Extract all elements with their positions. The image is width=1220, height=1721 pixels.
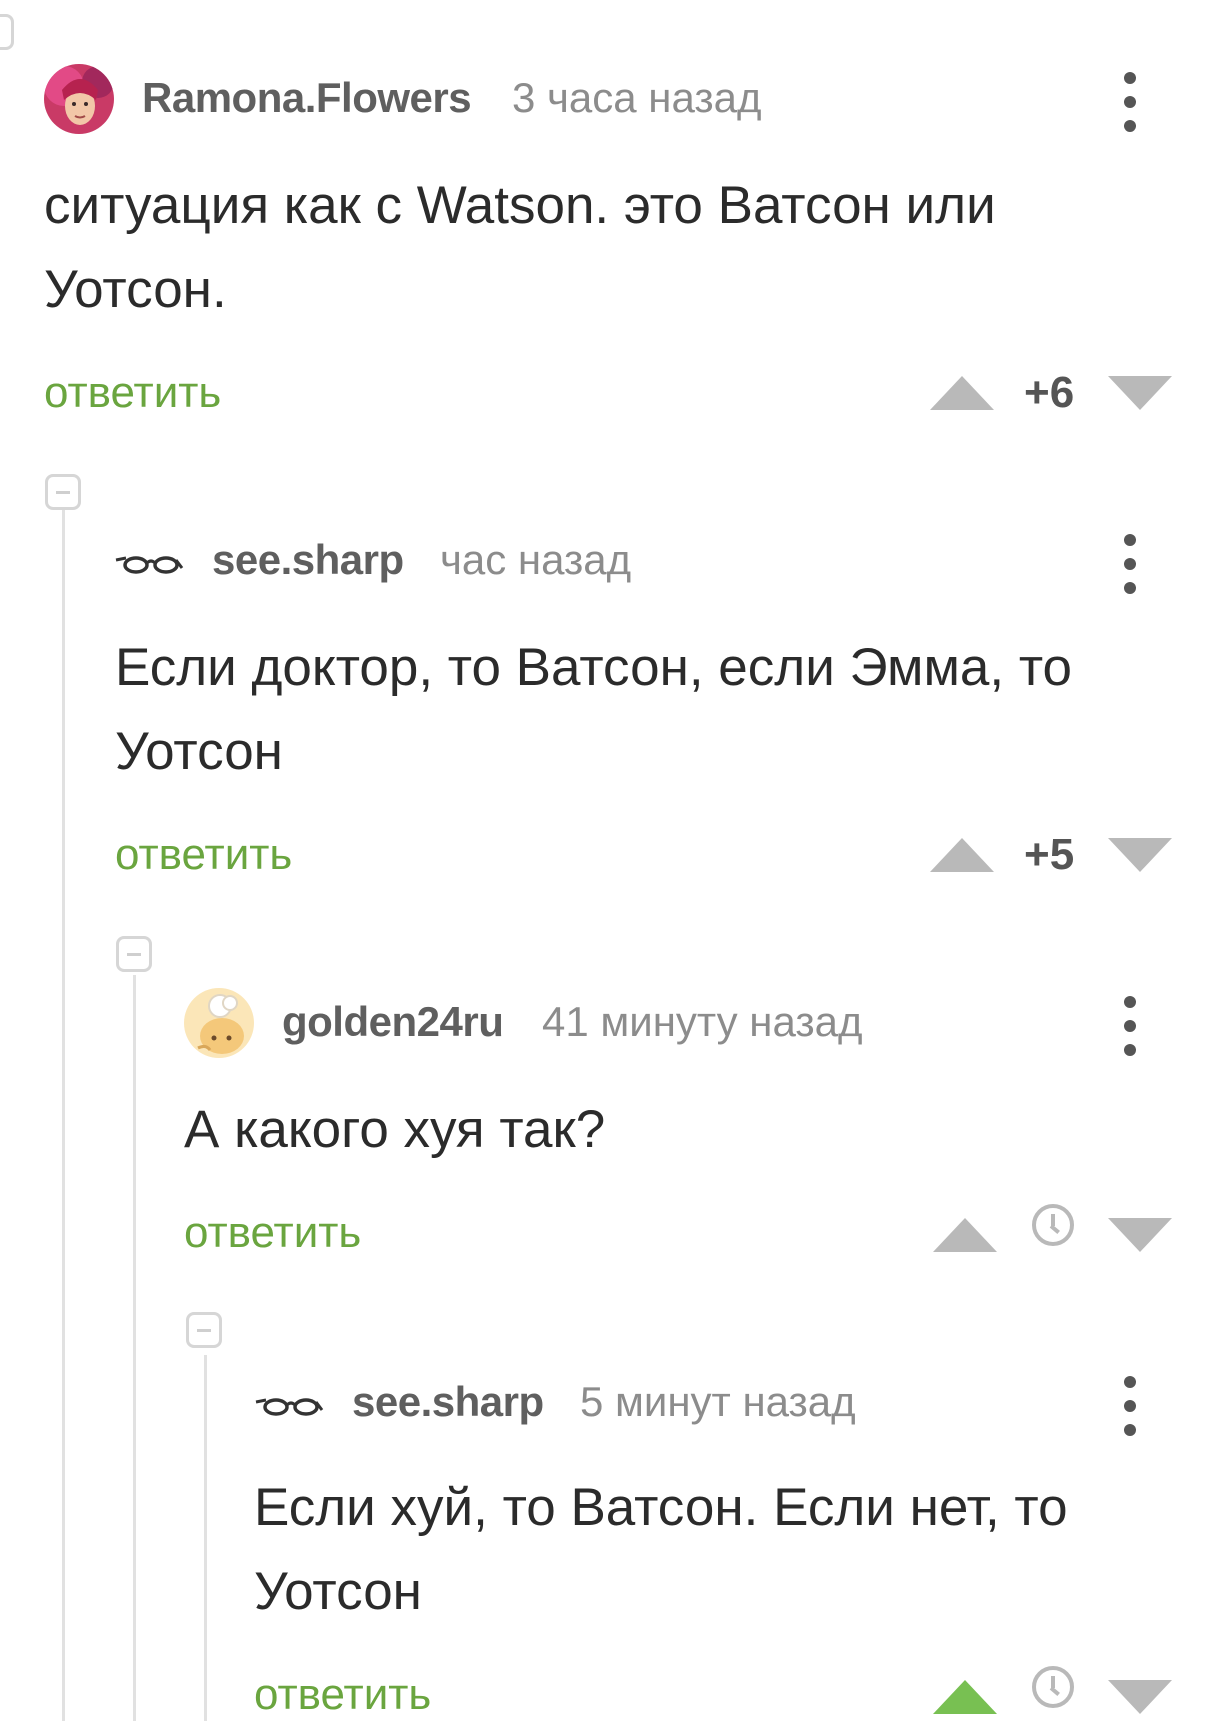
comment-score: +6 [1024,368,1075,417]
thread-line-level-3 [204,1355,207,1721]
comment-text-line: Если хуй, то Ватсон. Если нет, то [254,1478,1068,1537]
comment-author[interactable]: golden24ru [282,998,504,1046]
comment-author[interactable]: see.sharp [352,1378,544,1426]
comment-timestamp: час назад [440,536,632,583]
reply-link[interactable]: ответить [254,1670,431,1720]
thread-line-level-2 [133,975,136,1721]
comment-text-line: А какого хуя так? [184,1100,606,1159]
collapse-thread-button[interactable] [186,1312,222,1348]
upvote-button[interactable] [930,376,994,410]
reply-link[interactable]: ответить [44,368,221,418]
user-avatar[interactable] [44,64,114,134]
more-options-icon[interactable] [1118,70,1142,134]
collapse-thread-button[interactable] [45,474,81,510]
user-avatar[interactable] [184,988,254,1058]
comment-text-line: ситуация как с Watson. это Ватсон или [44,176,996,235]
more-options-icon[interactable] [1118,994,1142,1058]
clock-icon [1032,1666,1074,1708]
downvote-button[interactable] [1108,1218,1172,1252]
comment-timestamp: 41 минуту назад [542,998,863,1045]
thread-line-level-1 [62,510,65,1721]
reply-link[interactable]: ответить [184,1208,361,1258]
comment-text-line: Если доктор, то Ватсон, если Эмма, то [115,638,1072,697]
comment-text-line: Уотсон [115,722,283,781]
upvote-button[interactable] [933,1680,997,1714]
collapse-thread-button[interactable] [116,936,152,972]
upvote-button[interactable] [930,838,994,872]
comment-timestamp: 5 минут назад [580,1378,856,1425]
downvote-button[interactable] [1108,838,1172,872]
more-options-icon[interactable] [1118,1374,1142,1438]
reply-link[interactable]: ответить [115,830,292,880]
comment-author[interactable]: see.sharp [212,536,404,584]
downvote-button[interactable] [1108,1680,1172,1714]
top-collapse-button-partial[interactable] [0,14,14,50]
downvote-button[interactable] [1108,376,1172,410]
more-options-icon[interactable] [1118,532,1142,596]
clock-icon [1032,1204,1074,1246]
comment-score: +5 [1024,830,1075,879]
comment-timestamp: 3 часа назад [512,74,762,121]
upvote-button[interactable] [933,1218,997,1252]
comment-text-line: Уотсон [254,1562,422,1621]
comment-author[interactable]: Ramona.Flowers [142,74,472,122]
glasses-icon[interactable] [114,550,184,578]
comment-text-line: Уотсон. [44,260,227,319]
glasses-icon[interactable] [254,1392,324,1420]
